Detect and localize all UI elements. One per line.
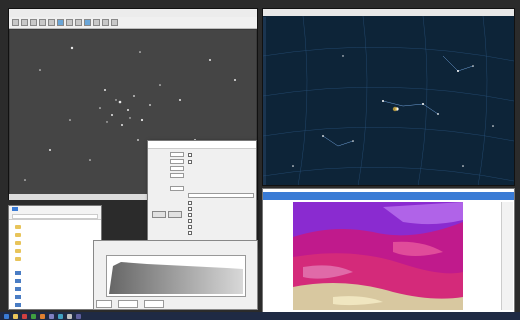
histogram-window	[93, 240, 258, 310]
tree-item[interactable]	[15, 248, 23, 254]
folder-icon	[15, 225, 21, 229]
dialog-title	[148, 141, 256, 149]
tree-item[interactable]	[15, 278, 23, 284]
colorize-icon[interactable]	[57, 19, 64, 26]
file-explorer-task-icon[interactable]	[13, 313, 18, 319]
sky-chart[interactable]	[263, 16, 514, 186]
file-explorer-window	[8, 205, 102, 310]
folder-icon	[15, 233, 21, 237]
stretch-icon[interactable]	[48, 19, 55, 26]
tree-item[interactable]	[15, 270, 23, 276]
histogram-min-field[interactable]	[96, 299, 112, 308]
start-icon[interactable]	[4, 313, 9, 319]
measure-icon[interactable]	[102, 19, 109, 26]
tree-item[interactable]	[15, 294, 23, 300]
tree-item[interactable]	[15, 302, 23, 308]
histogram-icon[interactable]	[66, 19, 73, 26]
planetarium-window	[262, 8, 515, 186]
settings-dialog	[147, 140, 257, 248]
explorer-ribbon	[9, 206, 101, 220]
app-task-icon[interactable]	[49, 313, 54, 319]
planetarium-titlebar	[263, 9, 514, 16]
dialog-checkbox[interactable]	[188, 160, 192, 164]
dialog-checkbox[interactable]	[188, 225, 192, 229]
histogram-max-field[interactable]	[144, 299, 164, 308]
pc-icon	[15, 271, 21, 275]
image-processing-window	[262, 188, 515, 314]
dialog-field[interactable]	[170, 186, 184, 191]
fits-viewer-toolbar	[9, 17, 257, 29]
dialog-field[interactable]	[170, 159, 184, 164]
folder-icon	[15, 241, 21, 245]
app-task-icon[interactable]	[76, 313, 81, 319]
settings-icon[interactable]	[111, 19, 118, 26]
dialog-checkbox[interactable]	[188, 213, 192, 217]
histogram-controls	[96, 299, 256, 308]
tree-item[interactable]	[15, 232, 23, 238]
open-file-icon[interactable]	[12, 19, 19, 26]
dialog-checkbox[interactable]	[188, 153, 192, 157]
save-icon[interactable]	[21, 19, 28, 26]
app-task-icon[interactable]	[58, 313, 63, 319]
dialog-field[interactable]	[170, 166, 184, 171]
dialog-button-right[interactable]	[168, 211, 182, 218]
histogram-plot[interactable]	[106, 255, 246, 297]
folder-icon	[15, 257, 21, 261]
app-task-icon[interactable]	[31, 313, 36, 319]
drive-icon	[15, 295, 21, 299]
tree-item[interactable]	[15, 240, 23, 246]
tree-item[interactable]	[15, 256, 23, 262]
drive-icon	[15, 287, 21, 291]
histogram-mid-field[interactable]	[118, 299, 138, 308]
network-icon	[15, 303, 21, 307]
fits-viewer-titlebar	[9, 9, 257, 17]
dialog-field[interactable]	[170, 152, 184, 157]
app-task-icon[interactable]	[40, 313, 45, 319]
drive-icon	[15, 279, 21, 283]
dialog-field[interactable]	[170, 173, 184, 178]
flip-icon[interactable]	[84, 19, 91, 26]
histogram-graphic	[109, 262, 243, 294]
taskbar	[0, 312, 520, 320]
dialog-checkbox[interactable]	[188, 231, 192, 235]
false-color-image	[293, 202, 463, 310]
dialog-checkbox[interactable]	[188, 219, 192, 223]
app-task-icon[interactable]	[22, 313, 27, 319]
tree-item[interactable]	[15, 224, 23, 230]
tree-item[interactable]	[15, 286, 23, 292]
zoom-in-icon[interactable]	[30, 19, 37, 26]
explorer-file-tab-icon[interactable]	[12, 207, 18, 211]
app-task-icon[interactable]	[67, 313, 72, 319]
folder-icon	[15, 249, 21, 253]
processing-scrollbar[interactable]	[501, 202, 513, 310]
zoom-out-icon[interactable]	[39, 19, 46, 26]
dialog-checkbox[interactable]	[188, 207, 192, 211]
processing-menu-bar	[263, 192, 514, 200]
dialog-dropdown[interactable]	[188, 193, 254, 198]
dialog-button-left[interactable]	[152, 211, 166, 218]
dialog-checkbox[interactable]	[188, 201, 192, 205]
navigation-tree	[9, 220, 101, 310]
rotate-icon[interactable]	[75, 19, 82, 26]
address-bar[interactable]	[12, 214, 98, 219]
processed-image[interactable]	[293, 202, 463, 310]
crop-icon[interactable]	[93, 19, 100, 26]
